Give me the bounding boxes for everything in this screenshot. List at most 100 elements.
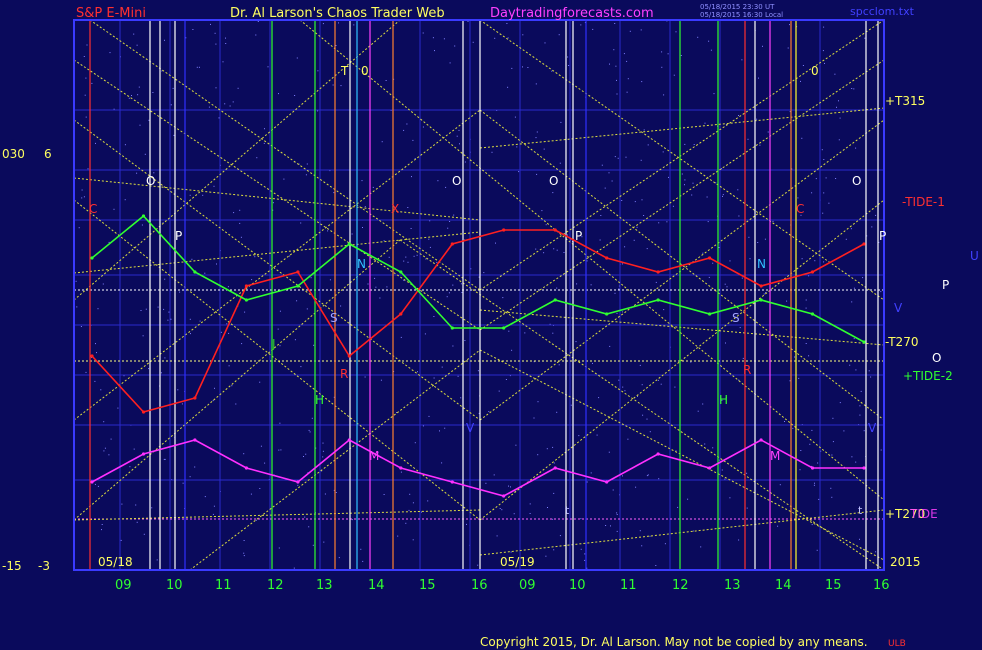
star-dot — [567, 56, 569, 58]
star-dot — [601, 164, 603, 166]
star-dot — [580, 548, 582, 550]
star-dot — [117, 407, 119, 409]
star-dot — [279, 310, 281, 312]
star-dot — [825, 177, 827, 179]
star-dot — [568, 65, 570, 66]
marker-S-1: S — [330, 311, 338, 325]
series-point — [708, 466, 712, 470]
star-dot — [296, 300, 298, 302]
timestamp-local: 05/18/2015 16:30 Local — [700, 11, 783, 19]
star-dot — [767, 131, 769, 133]
series-point — [399, 312, 403, 316]
star-dot — [152, 92, 154, 93]
x-tick-label: 11 — [620, 578, 637, 593]
star-dot — [625, 156, 627, 158]
star-dot — [327, 230, 329, 232]
star-dot — [375, 286, 377, 288]
star-dot — [317, 110, 319, 112]
star-dot — [556, 411, 558, 413]
star-dot — [710, 49, 712, 51]
star-dot — [704, 443, 706, 445]
star-dot — [580, 518, 582, 520]
star-dot — [231, 385, 233, 387]
star-dot — [120, 539, 122, 541]
star-dot — [144, 153, 146, 155]
star-dot — [729, 260, 731, 262]
star-dot — [738, 115, 739, 116]
star-dot — [616, 93, 618, 95]
star-dot — [634, 201, 636, 203]
star-dot — [213, 505, 215, 507]
star-dot — [658, 222, 660, 224]
star-dot — [380, 379, 382, 381]
star-dot — [764, 238, 766, 240]
star-dot — [103, 450, 105, 452]
series-point — [244, 284, 248, 288]
star-dot — [385, 80, 387, 81]
star-dot — [586, 260, 588, 262]
star-dot — [556, 287, 558, 289]
star-dot — [498, 390, 500, 392]
star-dot — [259, 381, 261, 383]
star-dot — [340, 305, 342, 307]
star-dot — [738, 539, 740, 541]
star-dot — [627, 438, 629, 440]
star-dot — [322, 23, 324, 25]
star-dot — [293, 567, 295, 569]
star-dot — [506, 23, 508, 24]
star-dot — [135, 504, 137, 506]
star-dot — [109, 52, 111, 54]
star-dot — [692, 182, 694, 184]
star-dot — [708, 276, 710, 278]
star-dot — [406, 123, 408, 125]
series-point — [141, 452, 146, 456]
star-dot — [309, 431, 311, 433]
star-dot — [80, 326, 82, 327]
star-dot — [272, 202, 274, 204]
star-dot — [133, 33, 135, 35]
star-dot — [615, 65, 617, 67]
star-dot — [849, 364, 851, 366]
star-dot — [853, 338, 855, 340]
star-dot — [559, 535, 561, 537]
star-dot — [411, 176, 412, 178]
star-dot — [91, 82, 93, 84]
star-dot — [428, 415, 430, 417]
star-dot — [461, 292, 463, 293]
star-dot — [739, 327, 741, 329]
star-dot — [434, 50, 435, 52]
star-dot — [832, 441, 834, 443]
star-dot — [584, 553, 586, 555]
star-dot — [85, 371, 87, 373]
series-point — [244, 298, 248, 302]
star-dot — [483, 272, 485, 274]
series-point — [347, 438, 351, 442]
star-dot — [456, 135, 458, 137]
star-dot — [658, 478, 660, 480]
tide1-label: -TIDE-1 — [902, 195, 945, 209]
site-link[interactable]: Daytradingforecasts.com — [490, 6, 654, 21]
star-dot — [449, 221, 451, 222]
star-dot — [772, 220, 774, 222]
star-dot — [575, 341, 577, 343]
star-dot — [663, 309, 665, 311]
star-dot — [850, 228, 852, 230]
star-dot — [374, 277, 376, 279]
star-dot — [260, 445, 262, 447]
series-point — [450, 480, 454, 484]
star-dot — [522, 66, 523, 68]
star-dot — [208, 106, 210, 108]
star-dot — [757, 242, 759, 243]
star-dot — [332, 84, 334, 86]
star-dot — [199, 320, 201, 322]
star-dot — [300, 222, 302, 224]
star-dot — [194, 466, 196, 468]
star-dot — [596, 434, 598, 436]
star-dot — [839, 402, 841, 404]
x-tick-label: 13 — [316, 578, 333, 593]
star-dot — [294, 95, 296, 96]
star-dot — [622, 475, 623, 477]
star-dot — [712, 447, 714, 449]
star-dot — [237, 87, 239, 89]
star-dot — [832, 417, 834, 419]
